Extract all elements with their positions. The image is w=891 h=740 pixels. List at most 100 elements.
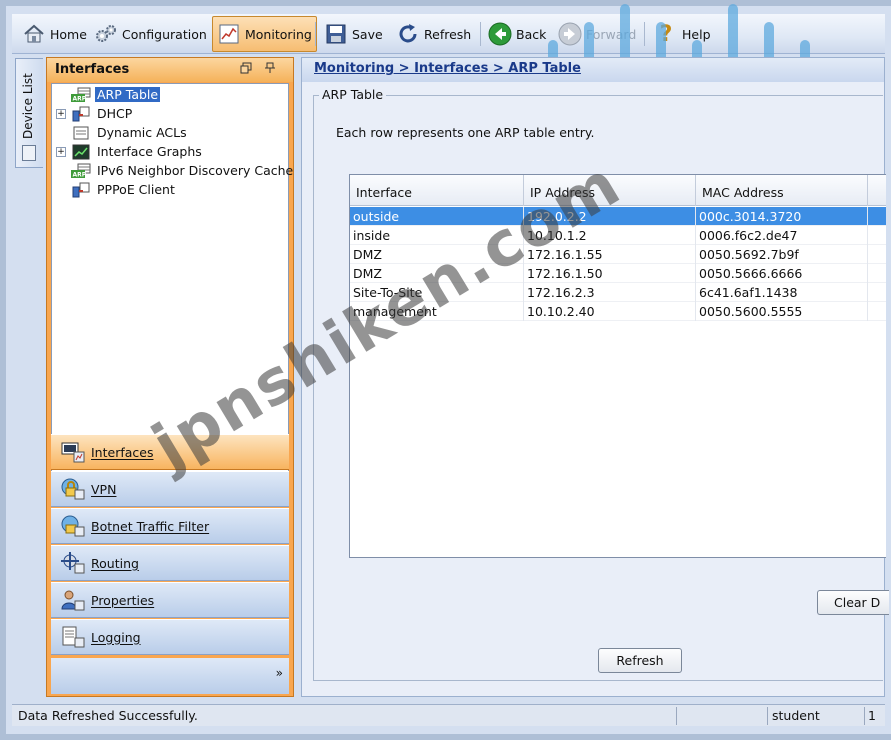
group-title: ARP Table	[319, 87, 387, 102]
column-header-overflow[interactable]	[868, 175, 886, 206]
cell-mac-address: 000c.3014.3720	[696, 207, 868, 226]
pppoe-icon	[70, 182, 92, 198]
device-icon	[22, 145, 36, 161]
table-row[interactable]: outside 192.0.2.2 000c.3014.3720	[350, 207, 886, 226]
cell-ip-address: 192.0.2.2	[524, 207, 696, 226]
expand-icon[interactable]: +	[56, 108, 66, 119]
cell-ip-address: 172.16.1.50	[524, 264, 696, 283]
description-text: Each row represents one ARP table entry.	[336, 125, 595, 140]
device-list-tab[interactable]: Device List	[15, 58, 43, 168]
tree-item-label: DHCP	[97, 106, 133, 121]
svg-text:ARP: ARP	[73, 95, 87, 102]
table-row[interactable]: inside 10.10.1.2 0006.f6c2.de47	[350, 226, 886, 245]
arp-icon: ARP	[70, 163, 92, 179]
pin-icon[interactable]	[265, 62, 275, 77]
tree-item-arp-table[interactable]: ARP ARP Table	[56, 85, 161, 104]
nav-botnet-traffic-filter[interactable]: Botnet Traffic Filter	[51, 508, 289, 544]
back-label: Back	[516, 26, 547, 42]
cell-interface: outside	[350, 207, 524, 226]
status-message: Data Refreshed Successfully.	[18, 708, 198, 723]
nav-vpn[interactable]: VPN	[51, 471, 289, 507]
botnet-filter-icon	[59, 512, 87, 540]
cell-interface: management	[350, 302, 524, 321]
help-button[interactable]: ? Help	[650, 16, 715, 52]
tree-item-interface-graphs[interactable]: + Interface Graphs	[56, 142, 204, 161]
tree-item-dynamic-acls[interactable]: Dynamic ACLs	[56, 123, 189, 142]
refresh-label: Refresh	[424, 26, 472, 42]
restore-window-icon[interactable]	[240, 62, 252, 77]
cell-ip-address: 10.10.2.40	[524, 302, 696, 321]
navigation-panel-title: Interfaces	[55, 62, 130, 77]
help-icon: ?	[659, 21, 673, 47]
main-content: Monitoring > Interfaces > ARP Table ARP …	[301, 57, 889, 697]
cell-mac-address: 0050.5600.5555	[696, 302, 868, 321]
chevron-double-right-icon: »	[275, 666, 283, 680]
refresh-table-button[interactable]: Refresh	[598, 648, 682, 673]
refresh-button[interactable]: Refresh	[392, 16, 475, 52]
cell-interface: Site-To-Site	[350, 283, 524, 302]
table-row[interactable]: DMZ 172.16.1.50 0050.5666.6666	[350, 264, 886, 283]
back-button[interactable]: Back	[484, 16, 550, 52]
back-arrow-icon	[488, 22, 512, 46]
nav-logging[interactable]: Logging	[51, 619, 289, 655]
breadcrumb: Monitoring > Interfaces > ARP Table	[302, 58, 884, 82]
cell-interface: DMZ	[350, 245, 524, 264]
expand-icon[interactable]: +	[56, 146, 66, 157]
column-header-interface[interactable]: Interface	[350, 175, 524, 206]
cell-ip-address: 172.16.2.3	[524, 283, 696, 302]
tree-item-ipv6-neighbor-discovery-cache[interactable]: ARP IPv6 Neighbor Discovery Cache	[56, 161, 295, 180]
device-list-label: Device List	[21, 73, 35, 139]
nav-properties[interactable]: Properties	[51, 582, 289, 618]
forward-button[interactable]: Forward	[554, 16, 640, 52]
configuration-label: Configuration	[122, 26, 207, 42]
nav-label: Routing	[91, 555, 139, 571]
nav-interfaces[interactable]: Interfaces	[51, 434, 289, 470]
status-separator	[864, 707, 865, 725]
nav-label: Botnet Traffic Filter	[91, 518, 210, 534]
save-label: Save	[352, 26, 383, 42]
navigation-panel-header: Interfaces	[47, 58, 293, 82]
clear-button[interactable]: Clear D	[817, 590, 889, 615]
status-separator	[767, 707, 768, 725]
tree-item-label: Interface Graphs	[97, 144, 202, 159]
configuration-button[interactable]: Configuration	[90, 16, 211, 52]
toolbar-separator	[644, 22, 645, 46]
table-row[interactable]: Site-To-Site 172.16.2.3 6c41.6af1.1438	[350, 283, 886, 302]
toolbar-separator	[480, 22, 481, 46]
home-label: Home	[50, 26, 87, 42]
vpn-icon	[59, 475, 87, 503]
column-header-mac-address[interactable]: MAC Address	[696, 175, 868, 206]
tree-item-label: ARP Table	[95, 87, 161, 102]
status-separator	[676, 707, 677, 725]
column-header-ip-address[interactable]: IP Address	[524, 175, 696, 206]
svg-text:ARP: ARP	[73, 171, 87, 178]
properties-icon	[59, 586, 87, 614]
status-bar: Data Refreshed Successfully. student 1	[12, 704, 885, 726]
acl-icon	[70, 125, 92, 141]
navigation-panel: Interfaces ARP ARP Table + DHCP Dynamic …	[46, 57, 294, 697]
table-row[interactable]: management 10.10.2.40 0050.5600.5555	[350, 302, 886, 321]
nav-routing[interactable]: Routing	[51, 545, 289, 581]
nav-label: Interfaces	[91, 444, 154, 460]
home-button[interactable]: Home	[18, 16, 91, 52]
table-row[interactable]: DMZ 172.16.1.55 0050.5692.7b9f	[350, 245, 886, 264]
toolbar-separator	[315, 22, 316, 46]
status-user: student	[772, 708, 820, 723]
monitoring-button[interactable]: Monitoring	[212, 16, 317, 52]
cell-ip-address: 172.16.1.55	[524, 245, 696, 264]
table-header: Interface IP Address MAC Address	[350, 175, 886, 206]
breadcrumb-link[interactable]: Monitoring > Interfaces > ARP Table	[314, 61, 581, 76]
save-button[interactable]: Save	[320, 16, 387, 52]
help-label: Help	[682, 26, 711, 42]
nav-more-button[interactable]: »	[51, 658, 289, 694]
cell-interface: inside	[350, 226, 524, 245]
monitoring-label: Monitoring	[245, 26, 312, 42]
status-extra: 1	[868, 708, 876, 723]
tree-item-label: IPv6 Neighbor Discovery Cache	[97, 163, 294, 178]
tree-item-dhcp[interactable]: + DHCP	[56, 104, 134, 123]
cell-mac-address: 0050.5692.7b9f	[696, 245, 868, 264]
nav-label: Logging	[91, 629, 141, 645]
tree-item-pppoe-client[interactable]: PPPoE Client	[56, 180, 177, 199]
refresh-icon	[396, 22, 420, 46]
graph-icon	[70, 144, 92, 160]
